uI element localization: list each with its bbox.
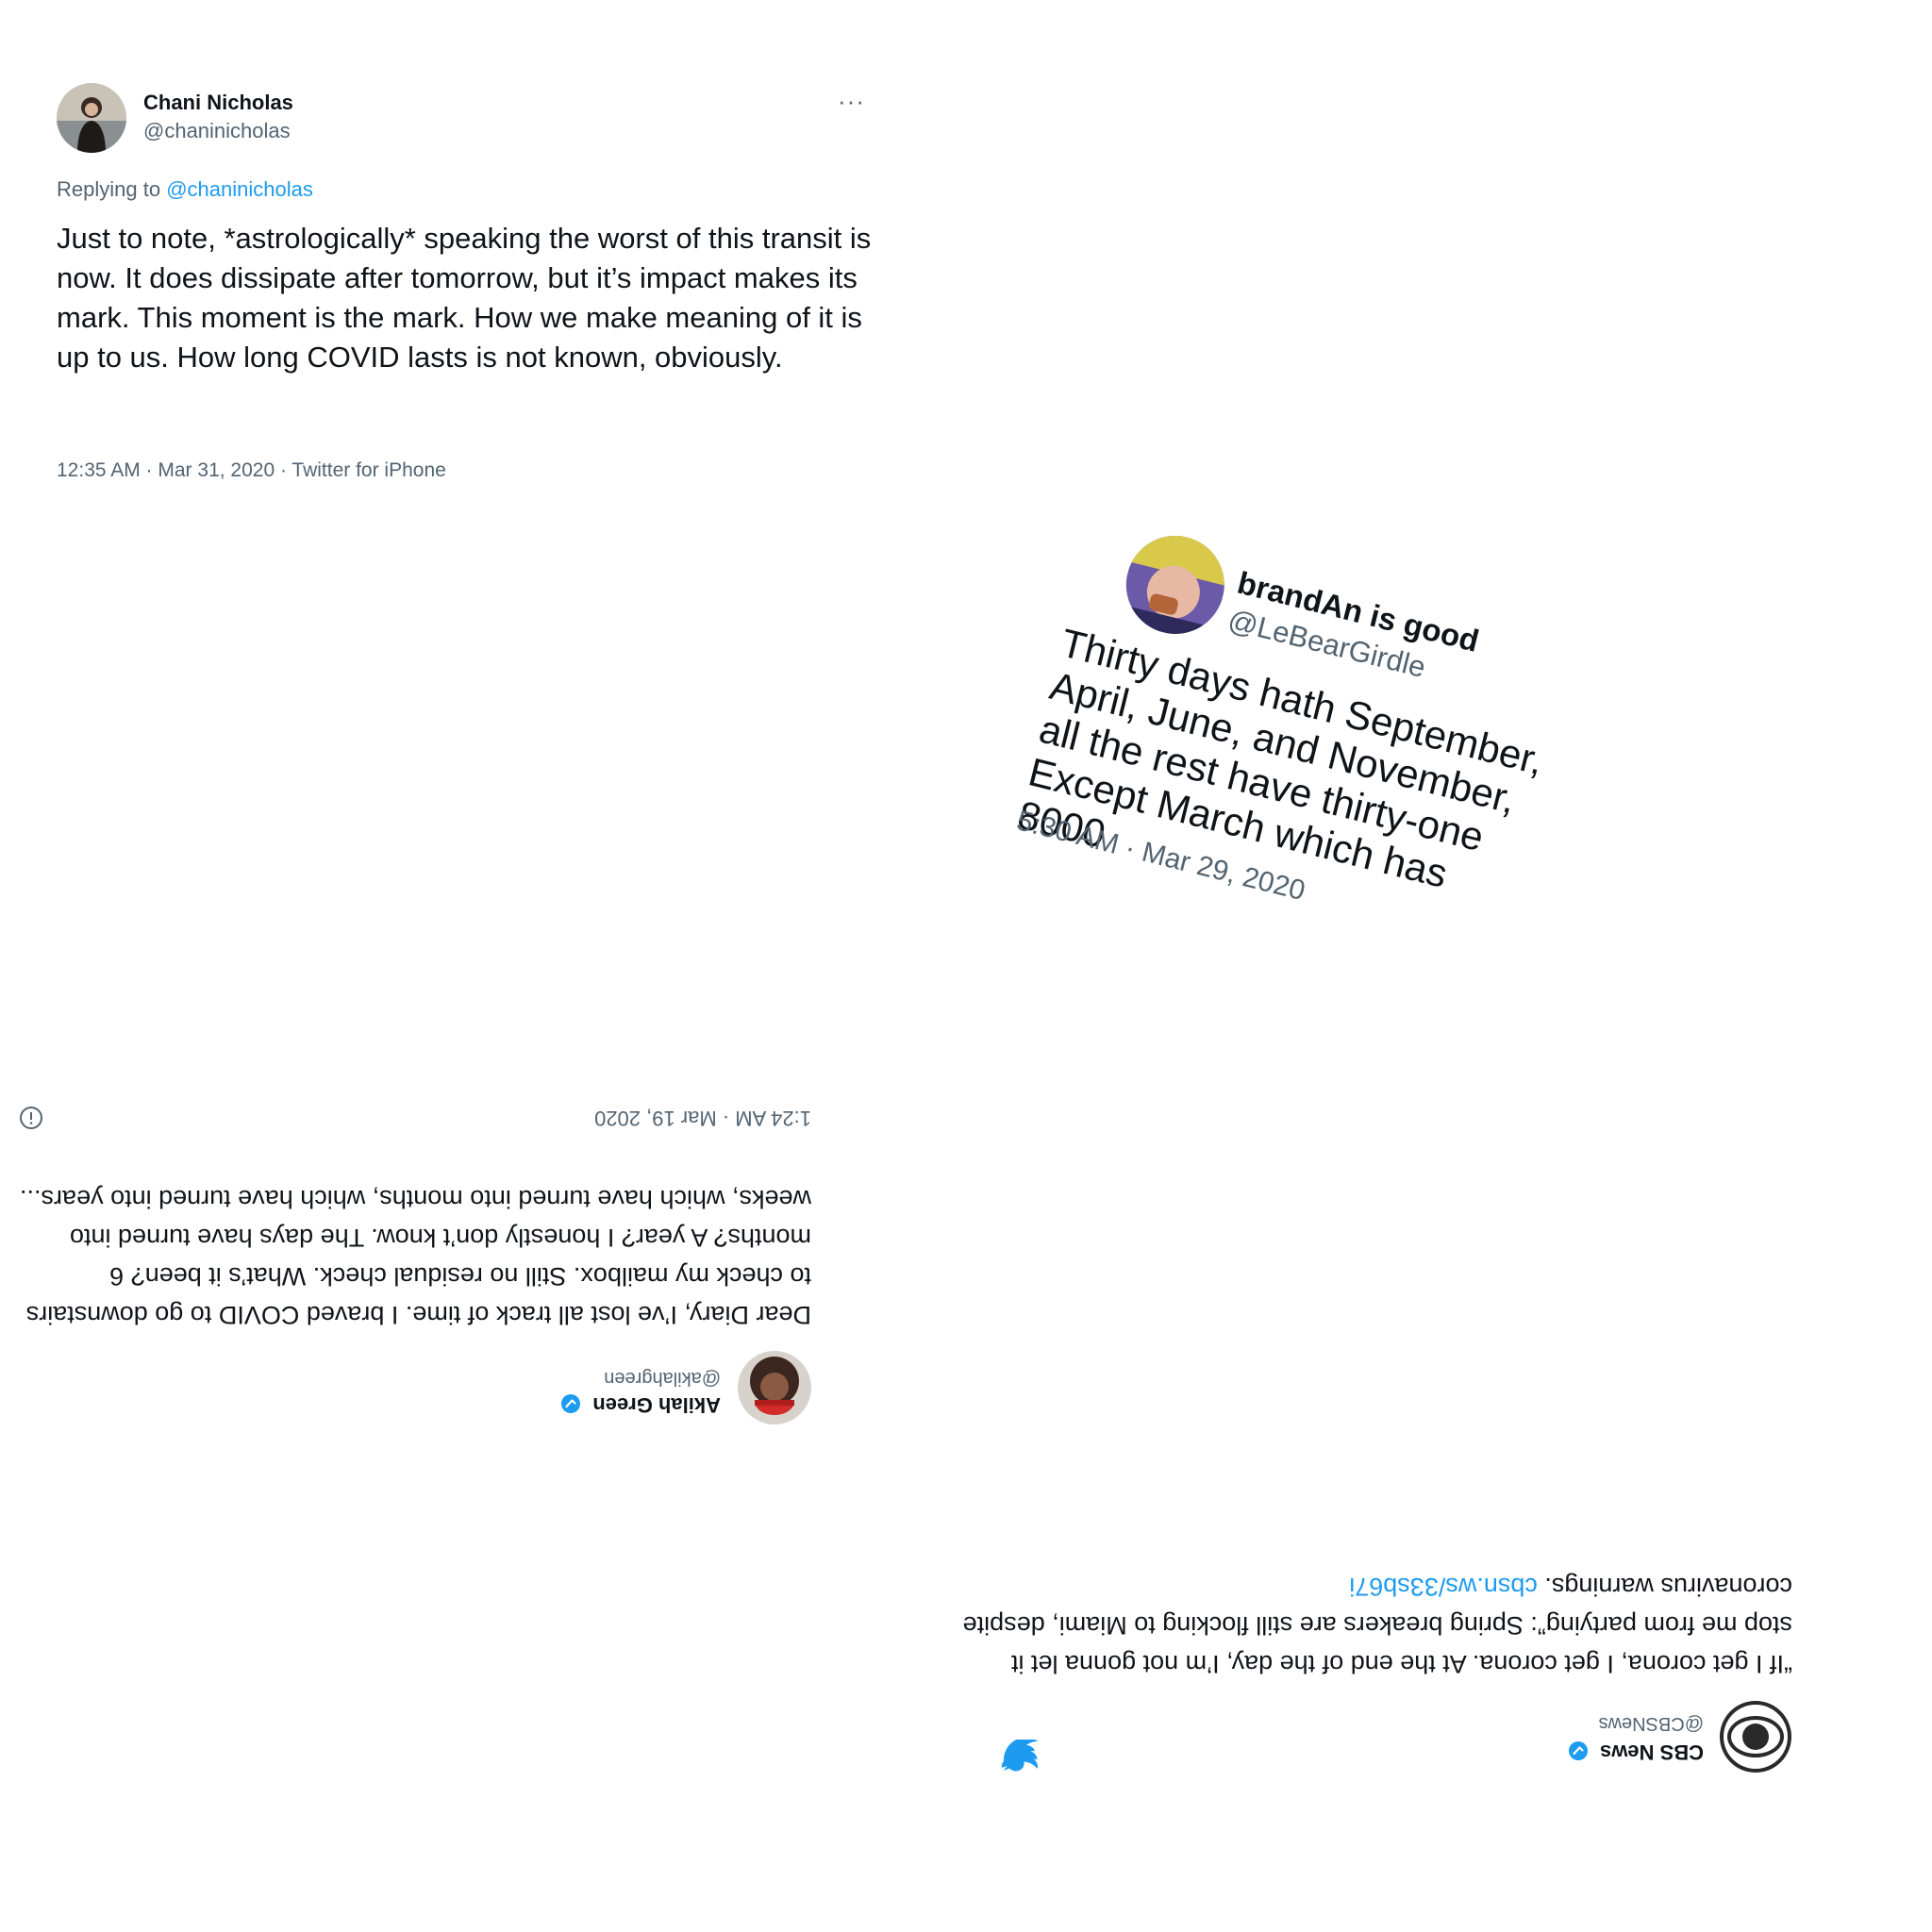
collage-canvas: Chani Nicholas @chaninicholas ··· Replyi… (0, 0, 1932, 1932)
user-handle[interactable]: @akilahgreen (604, 1367, 721, 1389)
verified-badge-icon (1568, 1740, 1588, 1760)
tweet-cbs-news: CBS News @CBSNews “If I get corona, I ge… (943, 1472, 1811, 1774)
avatar[interactable] (738, 1351, 811, 1424)
replying-to: Replying to @chaninicholas (57, 177, 313, 202)
avatar[interactable] (1115, 525, 1235, 645)
tweet-text: Just to note, *astrologically* speaking … (57, 222, 872, 375)
display-name-row: Akilah Green (560, 1392, 721, 1417)
display-name[interactable]: Akilah Green (592, 1393, 721, 1417)
tweet-link[interactable]: cbsn.ws/33sb67i (1349, 1573, 1538, 1601)
reply-prefix: Replying to (57, 177, 161, 201)
tweet-timestamp[interactable]: 12:35 AM · Mar 31, 2020 · Twitter for iP… (57, 459, 446, 482)
tweet-text: Dear Diary, I’ve lost all track of time.… (20, 1184, 811, 1329)
display-name[interactable]: Chani Nicholas (143, 91, 293, 115)
tweet-brandan-is-good: brandAn is good @LeBearGirdle Thirty day… (993, 509, 1588, 967)
tweet-akilah-green: Akilah Green @akilahgreen Dear Diary, I’… (0, 1085, 821, 1434)
twitter-bird-icon[interactable] (1000, 1740, 1038, 1774)
info-icon[interactable] (19, 1106, 43, 1130)
display-name-row: CBS News (1568, 1740, 1704, 1764)
more-horizontal-icon[interactable]: ··· (838, 87, 865, 116)
tweet-chani-nicholas: Chani Nicholas @chaninicholas ··· Replyi… (0, 0, 906, 491)
tweet-text-block: “If I get corona, I get corona. At the e… (962, 1567, 1792, 1683)
reply-handle-link[interactable]: @chaninicholas (166, 177, 313, 201)
user-handle[interactable]: @CBSNews (1599, 1712, 1704, 1734)
tweet-text: Thirty days hath September, April, June,… (1013, 620, 1579, 963)
avatar[interactable] (1719, 1700, 1792, 1774)
avatar[interactable] (57, 83, 126, 153)
tweet-timestamp[interactable]: 1:24 AM · Mar 19, 2020 (594, 1106, 811, 1130)
verified-badge-icon (561, 1393, 581, 1413)
user-handle[interactable]: @chaninicholas (143, 119, 291, 143)
display-name[interactable]: CBS News (1600, 1740, 1704, 1764)
